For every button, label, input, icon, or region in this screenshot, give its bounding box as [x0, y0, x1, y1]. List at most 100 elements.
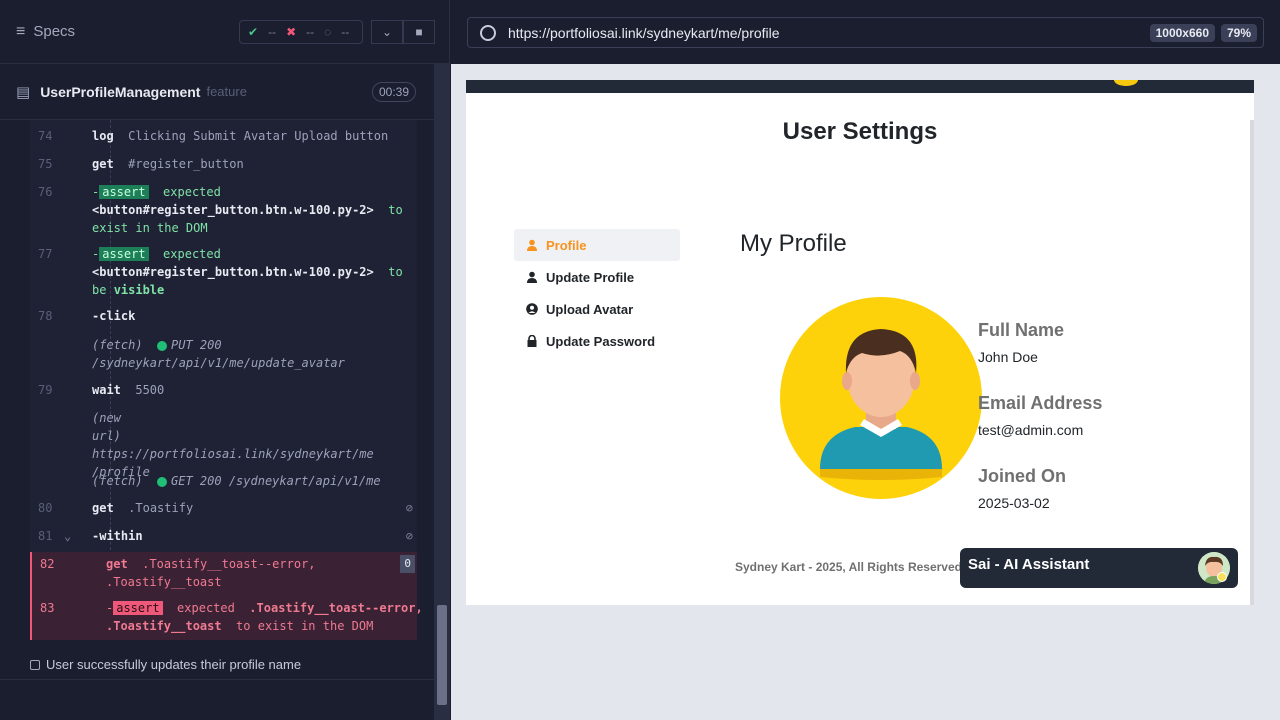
eye-slash-icon: ⊘ — [405, 501, 413, 515]
assistant-label: Sai - AI Assistant — [968, 556, 1090, 573]
globe-icon — [480, 24, 496, 41]
assert-badge: assert — [113, 601, 163, 615]
user-icon — [527, 271, 537, 283]
specs-nav[interactable]: ≡ Specs — [16, 23, 75, 41]
joined-on-value: 2025-03-02 — [978, 495, 1050, 511]
viewport-size-badge: 1000x660 — [1149, 24, 1215, 42]
profile-info: Full Name John Doe Email Address test@ad… — [978, 320, 1102, 511]
command-name: get — [92, 501, 114, 515]
command-number: 82 — [40, 557, 55, 571]
command-arg2: .Toastify__toast — [106, 575, 222, 589]
assert-be: be — [92, 283, 107, 297]
assert-selector2: .Toastify__toast — [106, 619, 222, 633]
x-icon: ✖ — [286, 25, 297, 39]
menu-item-profile[interactable]: Profile — [514, 229, 680, 261]
test-status-box-icon — [30, 659, 40, 670]
success-dot-icon — [157, 340, 168, 351]
command-arg: #register_button — [128, 157, 244, 171]
online-status-dot — [1217, 572, 1227, 582]
assert-selector: .Toastify__toast--error, — [249, 601, 423, 615]
email-value: test@admin.com — [978, 422, 1084, 438]
command-name: get — [106, 557, 128, 571]
command-name: get — [92, 157, 114, 171]
full-name-value: John Doe — [978, 349, 1038, 365]
command-arg: .Toastify__toast--error, — [142, 557, 316, 571]
command-log: 74 log Clicking Submit Avatar Upload but… — [30, 120, 423, 640]
assert-badge: assert — [99, 247, 149, 261]
test-title: User successfully updates their profile … — [46, 657, 302, 672]
url-box[interactable]: https://portfoliosai.link/sydneykart/me/… — [467, 17, 1264, 48]
stop-square-icon: ■ — [415, 25, 423, 39]
command-name: -click — [92, 309, 136, 323]
assert-condition: to exist in the DOM — [236, 619, 374, 633]
app-navbar — [466, 80, 1254, 93]
passed-count: -- — [268, 25, 277, 39]
test-item[interactable]: User successfully updates their profile … — [0, 650, 434, 680]
section-title: My Profile — [740, 230, 847, 257]
menu-item-update-password[interactable]: Update Password — [514, 325, 680, 357]
specs-label: Specs — [33, 23, 76, 40]
assert-to: to — [388, 265, 403, 279]
menu-item-label: Upload Avatar — [546, 301, 634, 317]
menu-item-update-profile[interactable]: Update Profile — [514, 261, 680, 293]
command-number: 76 — [38, 185, 53, 199]
settings-menu: Profile Update Profile Upload Avatar Upd… — [514, 229, 680, 357]
spec-file-header: ▤ UserProfileManagement feature 00:39 — [0, 64, 434, 120]
menu-item-label: Profile — [546, 237, 587, 253]
menu-item-label: Update Password — [546, 333, 656, 349]
new-url-label2: url) — [92, 429, 121, 443]
frame-scrollbar[interactable] — [1250, 120, 1254, 605]
command-number: 78 — [38, 309, 53, 323]
command-number: 75 — [38, 157, 53, 171]
assert-condition: exist in the DOM — [92, 221, 208, 235]
fetch-label: (fetch) — [92, 474, 143, 488]
document-icon: ▤ — [16, 83, 31, 101]
assert-expected: expected — [163, 185, 221, 199]
assert-badge: assert — [99, 185, 149, 199]
command-name: -within — [92, 529, 143, 543]
logo-icon — [1114, 80, 1138, 86]
success-dot-icon — [157, 476, 168, 487]
page-title: User Settings — [782, 118, 938, 145]
assert-selector: <button#register_button.btn.w-100.py-2> — [92, 265, 374, 279]
stop-button[interactable]: ■ — [403, 20, 435, 44]
new-url-label: (new — [92, 411, 121, 425]
eye-slash-icon: ⊘ — [405, 529, 413, 543]
check-icon: ✔ — [248, 25, 259, 39]
field-label: Joined On — [978, 466, 1067, 486]
failed-count: -- — [306, 25, 315, 39]
command-name: wait — [92, 383, 121, 397]
command-arg: .Toastify — [128, 501, 194, 515]
command-number: 79 — [38, 383, 53, 397]
command-number: 74 — [38, 129, 53, 143]
scrollbar-thumb[interactable] — [437, 605, 447, 705]
command-number: 77 — [38, 247, 53, 261]
failed-assert-row[interactable]: 83 - assert expected .Toastify__toast--er… — [30, 596, 423, 640]
menu-item-upload-avatar[interactable]: Upload Avatar — [514, 293, 680, 325]
app-preview: https://portfoliosai.link/sydneykart/me/… — [451, 0, 1280, 720]
user-icon — [527, 239, 537, 251]
chevron-down-button[interactable]: ⌄ — [371, 20, 403, 44]
test-stats: ✔ -- ✖ -- ◌ -- — [239, 20, 363, 44]
element-count-badge: 0 — [400, 555, 415, 573]
failed-command-row[interactable]: 82 get .Toastify__toast--error, .Toastif… — [30, 552, 417, 596]
command-arg: Clicking Submit Avatar Upload button — [128, 129, 389, 143]
assert-selector: <button#register_button.btn.w-100.py-2> — [92, 203, 374, 217]
fetch-status: PUT 200 — [171, 338, 222, 352]
fetch-url: /sydneykart/api/v1/me/update_avatar — [92, 356, 345, 370]
assert-expected: expected — [163, 247, 221, 261]
command-arg: 5500 — [135, 383, 165, 397]
spec-duration: 00:39 — [371, 82, 416, 102]
command-number: 81 — [38, 529, 53, 543]
ai-assistant-widget[interactable]: Sai - AI Assistant — [960, 548, 1238, 588]
fetch-status: GET 200 /sydneykart/api/v1/me — [171, 474, 381, 488]
url-bar: https://portfoliosai.link/sydneykart/me/… — [451, 0, 1280, 64]
menu-item-label: Update Profile — [546, 269, 635, 285]
field-label: Full Name — [978, 320, 1065, 340]
spec-file-kind: feature — [206, 84, 247, 99]
assert-to: to — [388, 203, 403, 217]
app-frame: User Settings Profile Update Profile Upl… — [466, 80, 1254, 605]
spec-file-name: UserProfileManagement — [40, 83, 201, 100]
profile-avatar — [780, 297, 982, 499]
zoom-badge: 79% — [1220, 24, 1257, 42]
